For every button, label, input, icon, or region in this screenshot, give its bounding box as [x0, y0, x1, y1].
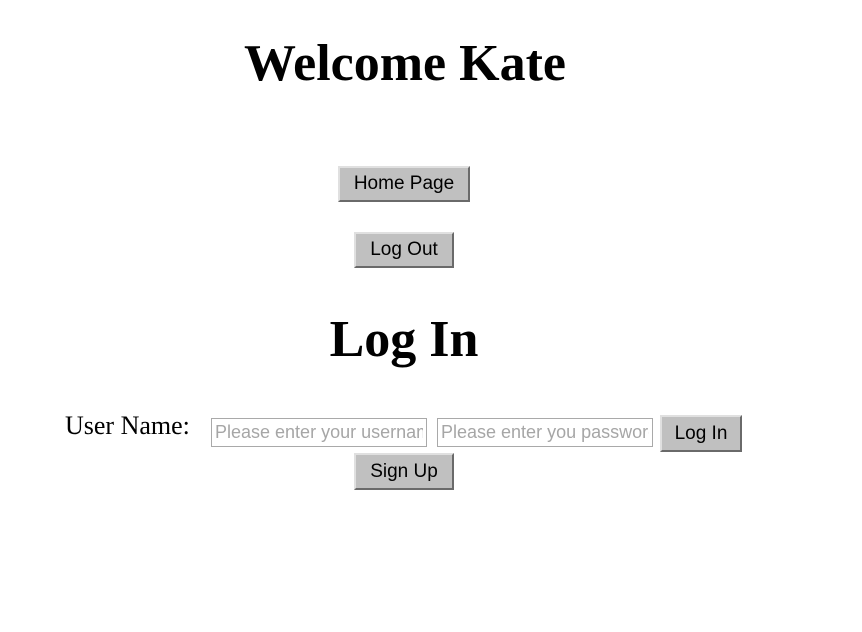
login-heading: Log In [329, 311, 479, 368]
welcome-heading: Welcome Kate [244, 35, 566, 92]
username-field[interactable] [211, 418, 427, 447]
home-page-button[interactable]: Home Page [338, 166, 470, 202]
username-label: User Name: [65, 411, 190, 440]
log-in-button[interactable]: Log In [660, 415, 742, 452]
password-field[interactable] [437, 418, 653, 447]
log-out-button[interactable]: Log Out [354, 232, 454, 268]
sign-up-button[interactable]: Sign Up [354, 453, 454, 490]
